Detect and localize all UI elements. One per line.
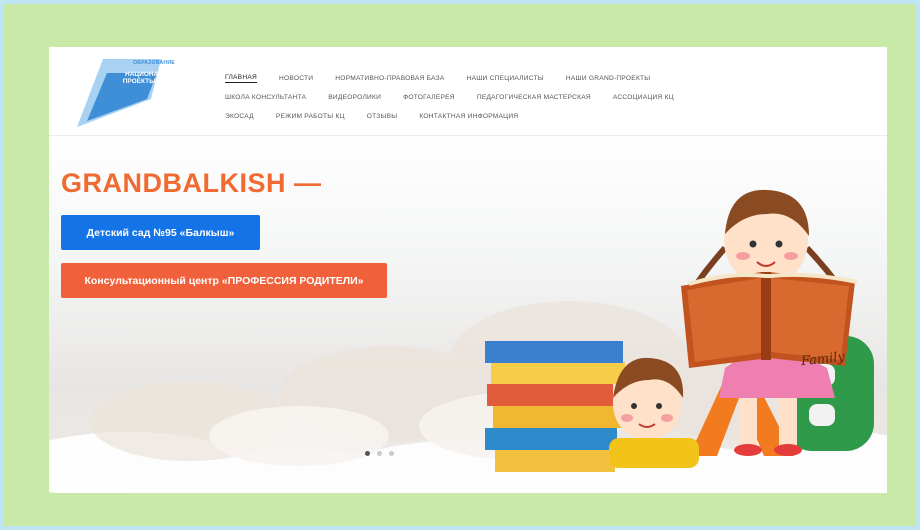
nav-row-1: ГЛАВНАЯ НОВОСТИ НОРМАТИВНО-ПРАВОВАЯ БАЗА… <box>225 69 865 88</box>
nav-item-videoroliki[interactable]: ВИДЕОРОЛИКИ <box>328 94 381 101</box>
nav-item-rezhim-raboty-kc[interactable]: РЕЖИМ РАБОТЫ КЦ <box>276 113 345 120</box>
nav-item-shkola-konsultanta[interactable]: ШКОЛА КОНСУЛЬТАНТА <box>225 94 306 101</box>
nav-item-otzyvy[interactable]: ОТЗЫВЫ <box>367 113 398 120</box>
nav-item-nashi-specialisty[interactable]: НАШИ СПЕЦИАЛИСТЫ <box>467 75 544 82</box>
nav-item-kontaktnaya-informaciya[interactable]: КОНТАКТНАЯ ИНФОРМАЦИЯ <box>419 113 518 120</box>
logo-line-1: ОБРАЗОВАНИЕ <box>133 60 175 66</box>
slider-dot-3[interactable] <box>389 451 394 456</box>
kindergarten-balkysh-button[interactable]: Детский сад №95 «Балкыш» <box>61 215 260 250</box>
website-viewport: ОБРАЗОВАНИЕ НАЦИОНАЛЬНЫЕ ПРОЕКТЫ РОССИИ … <box>49 47 887 493</box>
logo-line-2: НАЦИОНАЛЬНЫЕ ПРОЕКТЫ РОССИИ <box>122 71 186 86</box>
nav-item-associaciya-kc[interactable]: АССОЦИАЦИЯ КЦ <box>613 94 674 101</box>
nav-item-novosti[interactable]: НОВОСТИ <box>279 75 313 82</box>
nav-row-3: ЭКОСАД РЕЖИМ РАБОТЫ КЦ ОТЗЫВЫ КОНТАКТНАЯ… <box>225 107 865 126</box>
consulting-center-button[interactable]: Консультационный центр «ПРОФЕССИЯ РОДИТЕ… <box>61 263 387 298</box>
slider-dot-1[interactable] <box>365 451 370 456</box>
nav-item-glavnaya[interactable]: ГЛАВНАЯ <box>225 74 257 83</box>
nav-item-ekosad[interactable]: ЭКОСАД <box>225 113 254 120</box>
book-stack-icon <box>485 341 625 472</box>
nav-item-normativno-pravovaya-baza[interactable]: НОРМАТИВНО-ПРАВОВАЯ БАЗА <box>335 75 444 82</box>
nav-item-grand-proekty[interactable]: НАШИ GRAND-ПРОЕКТЫ <box>566 75 651 82</box>
natsproekty-logo[interactable]: ОБРАЗОВАНИЕ НАЦИОНАЛЬНЫЕ ПРОЕКТЫ РОССИИ <box>73 55 185 129</box>
hero-slider: Family GRANDBALKISH — Детский сад №95 «Б… <box>49 136 887 493</box>
slider-dot-2[interactable] <box>377 451 382 456</box>
nav-item-pedagogicheskaya-masterskaya[interactable]: ПЕДАГОГИЧЕСКАЯ МАСТЕРСКАЯ <box>477 94 591 101</box>
site-header: ОБРАЗОВАНИЕ НАЦИОНАЛЬНЫЕ ПРОЕКТЫ РОССИИ … <box>49 47 887 136</box>
nav-item-fotogalereya[interactable]: ФОТОГАЛЕРЕЯ <box>403 94 455 101</box>
main-navigation: ГЛАВНАЯ НОВОСТИ НОРМАТИВНО-ПРАВОВАЯ БАЗА… <box>225 69 865 126</box>
hero-title: GRANDBALKISH — <box>61 168 322 198</box>
nav-row-2: ШКОЛА КОНСУЛЬТАНТА ВИДЕОРОЛИКИ ФОТОГАЛЕР… <box>225 88 865 107</box>
slider-pagination <box>365 451 394 456</box>
